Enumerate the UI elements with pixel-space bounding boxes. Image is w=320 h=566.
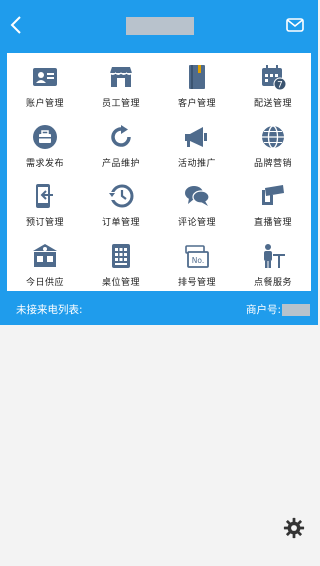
menu-item-label: 直播管理 <box>253 218 292 228</box>
envelope-icon <box>286 18 304 32</box>
menu-item-label: 订单管理 <box>101 218 140 228</box>
menu-item-label: 产品维护 <box>101 158 140 169</box>
menu-item-products[interactable]: 产品维护 <box>83 113 159 173</box>
gear-icon <box>283 517 305 539</box>
merchant-number-redacted <box>282 303 310 316</box>
menu-item-label: 评论管理 <box>177 218 216 228</box>
keypad-icon <box>112 243 130 268</box>
ticket-icon: No. <box>185 244 209 268</box>
svg-text:No.: No. <box>192 256 204 265</box>
waiter-icon <box>264 243 285 268</box>
warehouse-icon <box>33 243 57 267</box>
menu-item-label: 预订管理 <box>25 218 64 228</box>
menu-item-delivery[interactable]: 7 配送管理 <box>235 53 311 113</box>
mail-button[interactable] <box>284 15 306 35</box>
menu-grid: 账户管理 员工管理 客户管理 7 配送管理 需求发布 产品维护 活动推广 品牌营… <box>7 53 311 291</box>
menu-item-staff[interactable]: 员工管理 <box>83 53 159 113</box>
back-button[interactable] <box>5 13 27 37</box>
missed-calls-label: 未接来电列表: <box>16 304 83 316</box>
menu-item-label: 活动推广 <box>177 158 216 169</box>
menu-item-label: 桌位管理 <box>101 277 140 288</box>
menu-item-label: 配送管理 <box>253 99 292 109</box>
store-icon <box>109 67 133 87</box>
menu-item-booking[interactable]: 预订管理 <box>7 172 83 232</box>
globe-icon <box>262 124 284 149</box>
menu-item-label: 账户管理 <box>25 99 64 109</box>
menu-item-tables[interactable]: 桌位管理 <box>83 232 159 292</box>
menu-item-demand[interactable]: 需求发布 <box>7 113 83 173</box>
menu-item-live[interactable]: 直播管理 <box>235 172 311 232</box>
phone-arrow-icon <box>36 184 53 208</box>
missed-calls-bar: 未接来电列表: 商户号: <box>0 298 318 322</box>
calendar-icon: 7 <box>262 65 287 91</box>
menu-item-queue[interactable]: No. 排号管理 <box>159 232 235 292</box>
menu-item-reviews[interactable]: 评论管理 <box>159 172 235 232</box>
menu-item-label: 客户管理 <box>177 99 216 109</box>
settings-button[interactable] <box>283 517 305 539</box>
svg-text:7: 7 <box>277 81 283 91</box>
merchant-number: 商户号: <box>246 302 310 317</box>
book-icon <box>189 65 205 89</box>
menu-item-account[interactable]: 账户管理 <box>7 53 83 113</box>
menu-item-promotion[interactable]: 活动推广 <box>159 113 235 173</box>
menu-item-label: 今日供应 <box>25 277 64 288</box>
menu-item-supply[interactable]: 今日供应 <box>7 232 83 292</box>
refresh-icon <box>111 124 131 147</box>
menu-item-label: 需求发布 <box>25 158 64 169</box>
camera-icon <box>262 185 284 205</box>
chevron-left-icon <box>10 16 21 34</box>
briefcase-icon <box>33 124 57 149</box>
chat-bubbles-icon <box>185 186 210 206</box>
menu-item-ordering[interactable]: 点餐服务 <box>235 232 311 292</box>
page-title-redacted <box>126 17 194 35</box>
menu-item-label: 排号管理 <box>177 277 216 288</box>
menu-item-label: 点餐服务 <box>253 277 292 288</box>
menu-item-orders[interactable]: 订单管理 <box>83 172 159 232</box>
app-header <box>0 0 318 50</box>
megaphone-icon <box>185 126 207 147</box>
menu-item-brand[interactable]: 品牌营销 <box>235 113 311 173</box>
menu-item-label: 品牌营销 <box>253 158 292 169</box>
menu-item-label: 员工管理 <box>101 99 140 109</box>
id-card-icon <box>33 68 57 86</box>
menu-item-customers[interactable]: 客户管理 <box>159 53 235 113</box>
merchant-number-label: 商户号: <box>245 304 281 316</box>
history-icon <box>109 184 134 208</box>
